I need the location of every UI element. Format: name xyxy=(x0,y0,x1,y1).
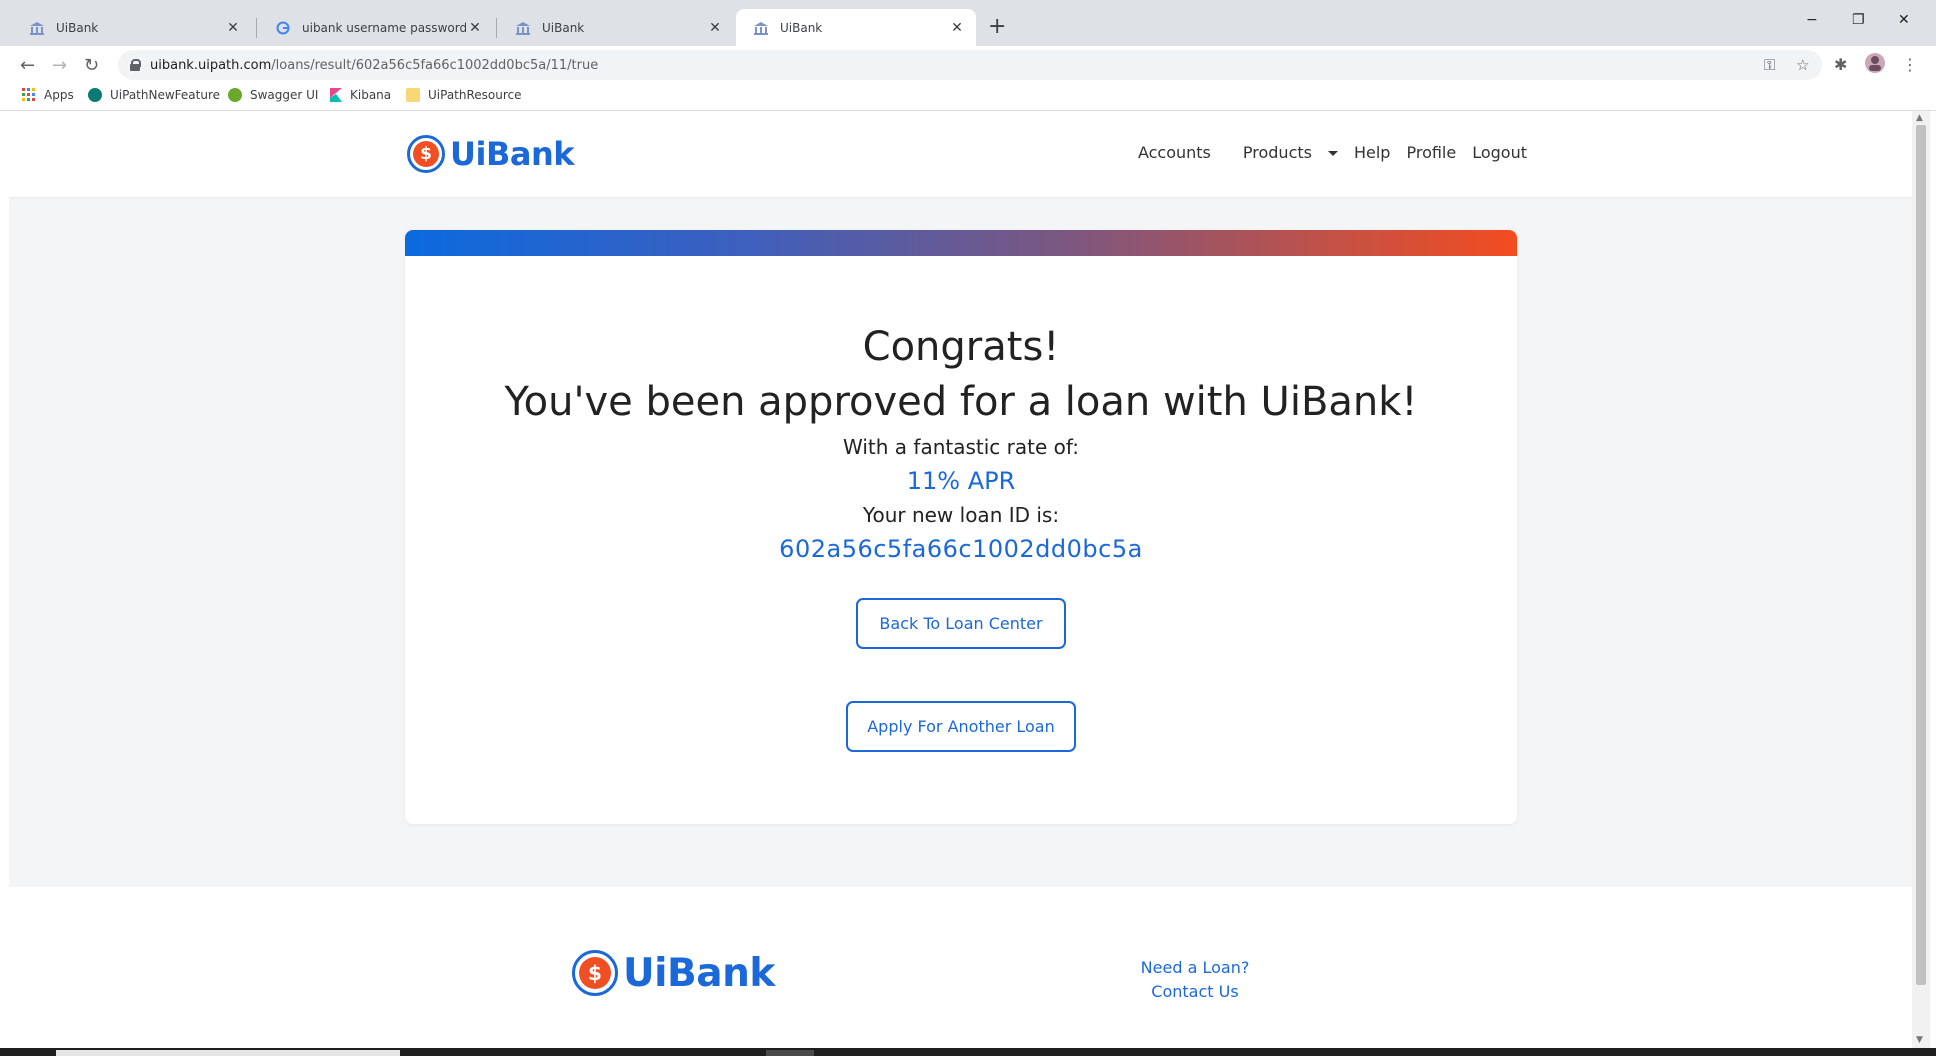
tab-divider xyxy=(496,18,497,38)
browser-tab-strip: UiBank ✕ uibank username password - Goo … xyxy=(0,0,1936,46)
forward-arrow-icon[interactable]: → xyxy=(52,55,67,76)
scrollbar-thumb[interactable] xyxy=(1916,125,1926,985)
url-host: uibank.uipath.com xyxy=(150,57,272,73)
rate-label: With a fantastic rate of: xyxy=(843,435,1079,459)
profile-avatar[interactable] xyxy=(1864,52,1886,78)
tab-close-icon[interactable]: ✕ xyxy=(224,20,242,36)
apps-grid-icon xyxy=(22,88,36,102)
nav-products[interactable]: Products xyxy=(1227,143,1338,162)
tab-title: UiBank xyxy=(780,20,823,35)
page-viewport: $ UiBank Accounts Products Help Profile … xyxy=(9,111,1912,1048)
folder-icon xyxy=(406,88,420,102)
bookmark-star-icon[interactable]: ☆ xyxy=(1796,56,1809,74)
footer-links: Need a Loan? Contact Us xyxy=(1110,956,1280,1004)
tab-title: UiBank xyxy=(542,20,585,35)
reload-icon[interactable]: ↻ xyxy=(84,55,99,76)
bank-favicon-icon xyxy=(752,19,770,37)
scroll-down-arrow-icon[interactable]: ▼ xyxy=(1916,1035,1923,1045)
nav-help[interactable]: Help xyxy=(1354,143,1390,162)
bookmark-swagger-ui[interactable]: Swagger UI xyxy=(228,88,318,102)
bookmarks-bar: Apps UiPathNewFeature Swagger UI Kibana … xyxy=(0,84,1936,111)
bookmark-uipathresource[interactable]: UiPathResource xyxy=(406,88,522,102)
uibank-coin-icon: $ xyxy=(407,135,445,173)
browser-tab-uibank-1[interactable]: UiBank ✕ xyxy=(12,9,252,46)
window-minimize-button[interactable]: − xyxy=(1806,12,1818,28)
taskbar-item[interactable] xyxy=(56,1050,400,1056)
bookmark-label: Apps xyxy=(44,88,74,102)
apply-for-another-loan-button[interactable]: Apply For Another Loan xyxy=(846,701,1076,752)
bookmark-label: UiPathNewFeature xyxy=(110,88,220,102)
os-taskbar xyxy=(0,1048,1936,1056)
tab-divider xyxy=(256,18,257,38)
dollar-icon: $ xyxy=(579,957,611,989)
nav-profile[interactable]: Profile xyxy=(1406,143,1456,162)
address-bar[interactable]: uibank.uipath.com/loans/result/602a56c5f… xyxy=(118,50,1822,80)
main-nav: Accounts Products Help Profile Logout xyxy=(1122,143,1527,162)
new-tab-button[interactable]: + xyxy=(988,14,1006,39)
bookmark-label: Swagger UI xyxy=(250,88,319,102)
bookmark-kibana[interactable]: Kibana xyxy=(330,88,391,102)
bank-favicon-icon xyxy=(514,19,532,37)
url-path: /loans/result/602a56c5fa66c1002dd0bc5a/1… xyxy=(271,57,599,73)
url-text: uibank.uipath.com/loans/result/602a56c5f… xyxy=(150,58,598,73)
page-scrollbar[interactable]: ▲ ▼ xyxy=(1912,111,1930,1048)
contact-us-link[interactable]: Contact Us xyxy=(1110,980,1280,1004)
loan-result-card: Congrats! You've been approved for a loa… xyxy=(405,230,1517,824)
back-to-loan-center-button[interactable]: Back To Loan Center xyxy=(856,598,1066,649)
site-header: $ UiBank Accounts Products Help Profile … xyxy=(9,111,1912,197)
loan-result-content: Congrats! You've been approved for a loa… xyxy=(405,320,1517,566)
window-close-button[interactable]: ✕ xyxy=(1898,12,1910,28)
header-logo[interactable]: $ UiBank xyxy=(407,135,575,173)
back-arrow-icon[interactable]: ← xyxy=(20,55,35,76)
google-favicon-icon xyxy=(274,19,292,37)
browser-menu-icon[interactable]: ⋮ xyxy=(1902,55,1918,74)
loan-id-label: Your new loan ID is: xyxy=(862,503,1060,527)
nav-products-label: Products xyxy=(1242,143,1312,162)
site-footer: $ UiBank Need a Loan? Contact Us xyxy=(9,887,1912,1048)
browser-tab-google-search[interactable]: uibank username password - Goo ✕ xyxy=(258,9,494,46)
nav-accounts[interactable]: Accounts xyxy=(1138,143,1211,162)
bookmark-label: UiPathResource xyxy=(428,88,522,102)
bookmark-label: Kibana xyxy=(350,88,392,102)
footer-logo[interactable]: $ UiBank xyxy=(572,950,775,996)
tab-close-icon[interactable]: ✕ xyxy=(706,20,724,36)
swagger-icon xyxy=(228,88,242,102)
nav-logout[interactable]: Logout xyxy=(1472,143,1527,162)
sharepoint-icon xyxy=(88,88,102,102)
browser-tab-uibank-2[interactable]: UiBank ✕ xyxy=(498,9,734,46)
window-restore-button[interactable]: ❐ xyxy=(1852,12,1865,28)
browser-tab-uibank-active[interactable]: UiBank ✕ xyxy=(736,9,976,46)
lock-icon xyxy=(130,59,141,71)
rate-value: 11% APR xyxy=(906,467,1016,495)
tab-title: uibank username password - Goo xyxy=(302,20,466,35)
card-gradient-bar xyxy=(405,230,1517,256)
uibank-coin-icon: $ xyxy=(572,950,618,996)
key-icon[interactable]: ⚿ xyxy=(1764,56,1775,74)
brand-name: UiBank xyxy=(623,950,775,996)
tab-close-icon[interactable]: ✕ xyxy=(948,20,966,36)
need-a-loan-link[interactable]: Need a Loan? xyxy=(1110,956,1280,980)
brand-name: UiBank xyxy=(450,135,575,173)
caret-down-icon xyxy=(1327,151,1338,156)
congrats-heading: Congrats! xyxy=(862,324,1060,370)
bookmark-apps[interactable]: Apps xyxy=(22,88,74,102)
dollar-icon: $ xyxy=(413,141,439,167)
extensions-puzzle-icon[interactable]: ✱ xyxy=(1834,55,1847,74)
kibana-icon xyxy=(330,88,342,102)
browser-toolbar: ← → ↻ uibank.uipath.com/loans/result/602… xyxy=(0,46,1936,84)
approved-heading: You've been approved for a loan with UiB… xyxy=(504,379,1418,425)
tab-close-icon[interactable]: ✕ xyxy=(466,20,484,36)
scroll-up-arrow-icon[interactable]: ▲ xyxy=(1916,113,1923,123)
taskbar-item[interactable] xyxy=(766,1050,814,1056)
bookmark-uipathnewfeature[interactable]: UiPathNewFeature xyxy=(88,88,220,102)
loan-id-value: 602a56c5fa66c1002dd0bc5a xyxy=(779,535,1143,563)
bank-favicon-icon xyxy=(28,19,46,37)
tab-title: UiBank xyxy=(56,20,99,35)
